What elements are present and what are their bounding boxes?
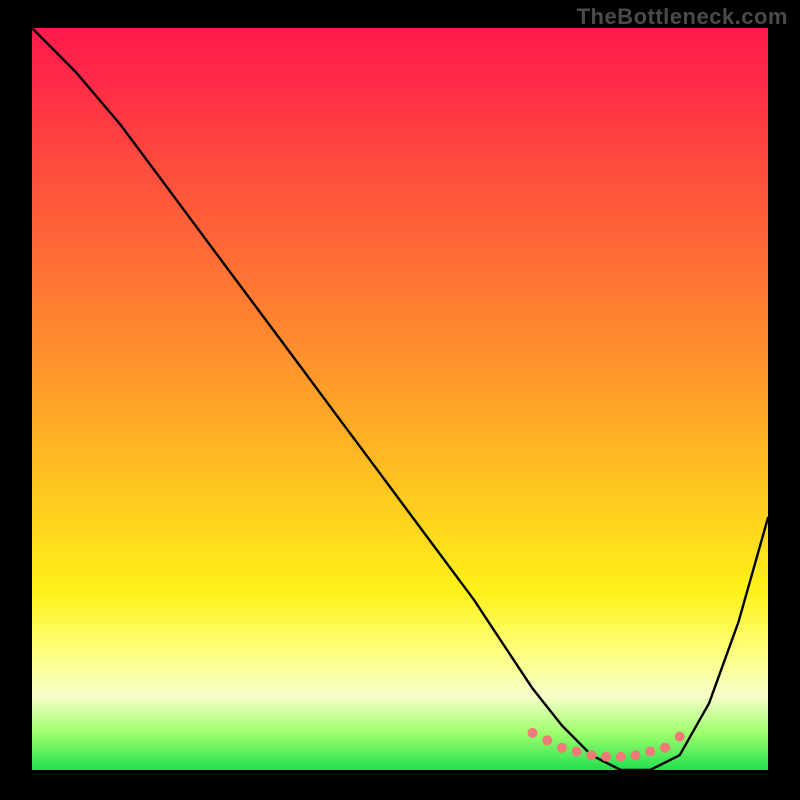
optimal-dot bbox=[572, 747, 582, 757]
watermark-text: TheBottleneck.com bbox=[577, 4, 788, 30]
optimal-dot bbox=[675, 732, 685, 742]
optimal-dot bbox=[645, 747, 655, 757]
bottleneck-curve-svg bbox=[32, 28, 768, 770]
optimal-dot bbox=[631, 750, 641, 760]
optimal-dot bbox=[542, 735, 552, 745]
optimal-dot bbox=[616, 752, 626, 762]
optimal-dot bbox=[586, 750, 596, 760]
optimal-dot bbox=[601, 752, 611, 762]
optimal-dot bbox=[557, 743, 567, 753]
chart-frame: TheBottleneck.com bbox=[0, 0, 800, 800]
bottleneck-curve bbox=[32, 28, 768, 770]
optimal-dot bbox=[528, 728, 538, 738]
optimal-dots-group bbox=[528, 728, 685, 762]
optimal-dot bbox=[660, 743, 670, 753]
plot-area bbox=[32, 28, 768, 770]
